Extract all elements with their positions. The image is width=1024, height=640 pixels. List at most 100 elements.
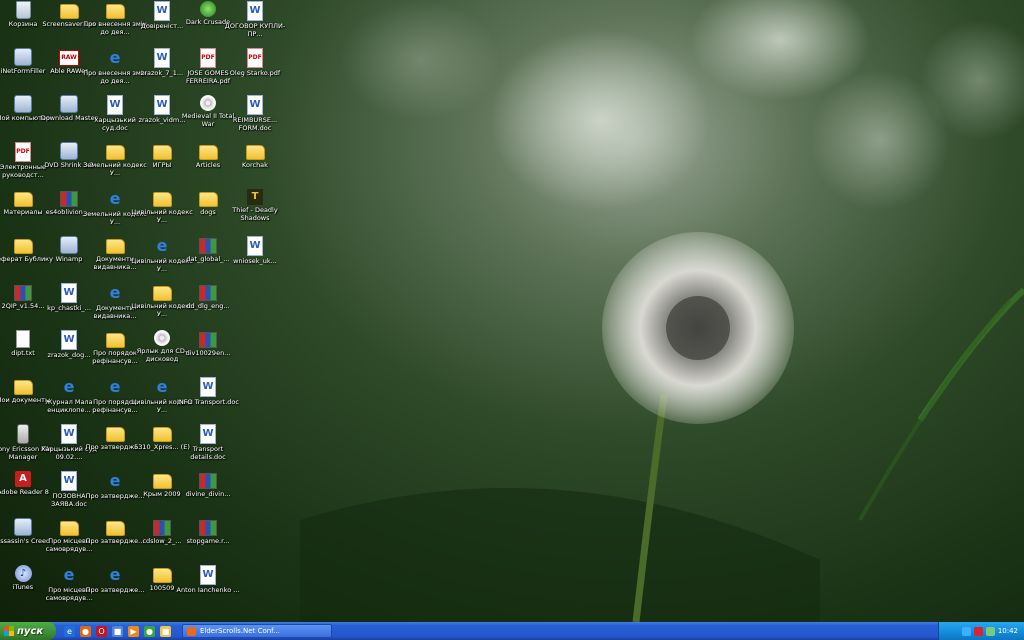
ie-icon[interactable]: e xyxy=(64,625,75,637)
pdf-icon: PDF xyxy=(247,48,263,68)
ie-icon: e xyxy=(156,236,168,255)
word-icon: W xyxy=(247,236,263,256)
folder-icon xyxy=(105,145,125,160)
network-icon[interactable] xyxy=(961,626,971,636)
desktop-icon[interactable]: W ДОГОВОР КУПЛИ-ПР... xyxy=(225,0,285,46)
folder-icon xyxy=(152,286,172,301)
rar-icon xyxy=(60,191,78,207)
ie-icon: e xyxy=(109,565,121,584)
desktop-icon[interactable]: PDF Oleg Starko.pdf xyxy=(230,47,280,93)
word-icon: W xyxy=(154,48,170,68)
app-icon xyxy=(14,518,32,536)
rar-icon xyxy=(199,285,217,301)
word-icon: W xyxy=(200,424,216,444)
app-icon xyxy=(60,95,78,113)
ie-icon: e xyxy=(63,377,75,396)
opera-icon[interactable]: O xyxy=(96,625,107,637)
ie-icon: e xyxy=(109,283,121,302)
folder-icon xyxy=(152,568,172,583)
word-icon: W xyxy=(61,330,77,350)
desktop-icon-label: ДОГОВОР КУПЛИ-ПР... xyxy=(224,22,286,38)
start-button[interactable]: пуск xyxy=(0,622,56,640)
folder-icon xyxy=(59,521,79,536)
rar-icon xyxy=(199,238,217,254)
word-icon: W xyxy=(154,95,170,115)
desktop-icon-label: Korchak xyxy=(242,161,268,169)
pdf-icon: PDF xyxy=(200,48,216,68)
desktop-icon[interactable]: W Anton Ianchenko ... xyxy=(177,564,239,610)
qip-icon[interactable]: ● xyxy=(144,625,155,637)
folder-icon xyxy=(198,192,218,207)
green-icon xyxy=(200,1,216,17)
desktop-icon-label: stopgame.r... xyxy=(186,537,230,545)
word-icon: W xyxy=(154,1,170,21)
taskbar: пуск e●O■▶●■ ElderScrolls.Net Conf... EN… xyxy=(0,622,1024,640)
word-icon: W xyxy=(200,377,216,397)
ie-icon: e xyxy=(156,377,168,396)
desktop-icon[interactable]: div10029en... xyxy=(185,329,231,375)
system-tray: 10:42 xyxy=(938,622,1024,640)
ie-icon: e xyxy=(109,377,121,396)
desktop-icon[interactable]: W INFO Transport.doc xyxy=(177,376,239,422)
taskbar-window-title: ElderScrolls.Net Conf... xyxy=(200,627,280,635)
gold-icon: T xyxy=(247,189,263,205)
media-icon[interactable]: ▶ xyxy=(128,625,139,637)
desktop-icon-label: REIMBURSE... FORM.doc xyxy=(232,116,278,132)
desktop-icon-label: Oleg Starko.pdf xyxy=(229,69,281,77)
rar-icon xyxy=(153,520,171,536)
rar-icon xyxy=(199,520,217,536)
folder-icon xyxy=(105,521,125,536)
folder-icon xyxy=(59,4,79,19)
start-label: пуск xyxy=(17,625,44,637)
desktop-icon[interactable]: ■ xyxy=(112,625,123,637)
desktop-icon[interactable]: Korchak xyxy=(232,141,278,187)
ie-icon: e xyxy=(109,471,121,490)
desktop-icon[interactable]: W Transport details.doc xyxy=(185,423,231,469)
red-icon: A xyxy=(15,471,31,487)
folder-icon xyxy=(105,4,125,19)
desktop-icon[interactable]: divine_divin... xyxy=(185,470,231,516)
music-icon: ♪ xyxy=(14,565,32,582)
desktop-icon[interactable]: dd_dlg_eng... xyxy=(185,282,231,328)
desktop-icon-label: Transport details.doc xyxy=(190,445,226,461)
folder-icon xyxy=(13,192,33,207)
txt-icon xyxy=(16,330,30,348)
desktop-icon[interactable]: T Thief - Deadly Shadows xyxy=(232,188,278,234)
quick-launch-bar: e ● O ■ ▶ ● ■ xyxy=(56,625,174,637)
folder-icon xyxy=(152,427,172,442)
app-icon xyxy=(14,48,32,66)
raw-icon: RAW xyxy=(59,50,79,66)
rar-icon xyxy=(14,285,32,301)
word-icon: W xyxy=(107,95,123,115)
antivirus-icon[interactable] xyxy=(973,626,983,636)
app-icon xyxy=(60,236,78,254)
folder-icon xyxy=(105,427,125,442)
desktop-icon-label: INFO Transport.doc xyxy=(177,398,239,406)
ie-icon: e xyxy=(109,48,121,67)
pdf-icon: PDF xyxy=(15,142,31,162)
qip-tray-icon[interactable] xyxy=(985,626,995,636)
folder-icon xyxy=(152,474,172,489)
folder-icon xyxy=(245,145,265,160)
rar-icon xyxy=(199,473,217,489)
firefox-icon xyxy=(187,626,196,636)
app-icon xyxy=(14,95,32,113)
folder-icon xyxy=(105,239,125,254)
desktop-icon[interactable]: Wwniosek_uk... xyxy=(232,235,278,281)
folder-icon xyxy=(105,333,125,348)
word-icon: W xyxy=(61,424,77,444)
desktop-icon-label: div10029en... xyxy=(185,349,231,357)
taskbar-window-button[interactable]: ElderScrolls.Net Conf... xyxy=(182,624,332,638)
trash-icon xyxy=(15,1,31,19)
desktop-icon[interactable]: stopgame.r... xyxy=(185,517,231,563)
firefox-icon[interactable]: ● xyxy=(80,625,91,637)
desktop-icon-label: Anton Ianchenko ... xyxy=(176,586,240,594)
rar-icon xyxy=(199,332,217,348)
disc-icon xyxy=(154,330,170,346)
ie-icon: e xyxy=(63,565,75,584)
clock[interactable]: 10:42 xyxy=(998,627,1018,635)
explorer-icon[interactable]: ■ xyxy=(160,625,171,637)
desktop-icon[interactable]: W REIMBURSE... FORM.doc xyxy=(232,94,278,140)
folder-icon xyxy=(198,145,218,160)
desktop-icon-grid: Корзина Screensaver Les Про внесення змін … xyxy=(0,0,290,622)
